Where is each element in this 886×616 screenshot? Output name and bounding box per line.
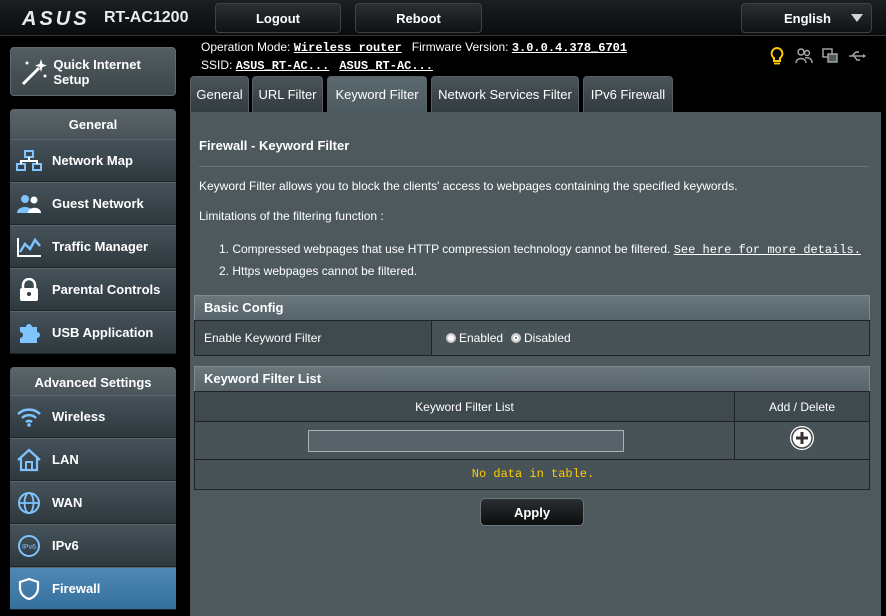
radio-disabled-label: Disabled [524, 331, 571, 345]
magic-wand-icon [15, 53, 51, 91]
top-bar: ASUS RT-AC1200 Logout Reboot English [0, 0, 886, 36]
sidebar: Quick Internet Setup General Network Map… [0, 36, 186, 616]
sidebar-item-label: USB Application [52, 325, 154, 340]
sidebar-item-wan[interactable]: WAN [10, 481, 176, 524]
sidebar-item-label: LAN [52, 452, 79, 467]
sidebar-item-ipv6[interactable]: IPv6 IPv6 [10, 524, 176, 567]
shield-icon [14, 574, 44, 604]
limitation-1-text: 1. Compressed webpages that use HTTP com… [219, 242, 671, 256]
quick-setup-label: Quick Internet Setup [53, 56, 141, 87]
limitations-title: Limitations of the filtering function : [199, 209, 384, 223]
radio-enabled[interactable]: Enabled [446, 331, 503, 345]
tab-general[interactable]: General [190, 76, 249, 112]
enable-keyword-filter-label: Enable Keyword Filter [204, 331, 322, 345]
lock-icon [14, 275, 44, 305]
apply-button[interactable]: Apply [480, 498, 584, 526]
traffic-manager-icon [14, 232, 44, 262]
sidebar-item-label: Guest Network [52, 196, 144, 211]
lightbulb-icon[interactable] [768, 47, 786, 65]
sidebar-item-firewall[interactable]: Firewall [10, 567, 176, 610]
sidebar-item-label: Parental Controls [52, 282, 161, 297]
firmware-label: Firmware Version: [411, 40, 509, 54]
svg-text:IPv6: IPv6 [22, 544, 36, 551]
basic-config-table: Enable Keyword Filter Enabled Disabled [194, 320, 870, 356]
sidebar-item-usb-application[interactable]: USB Application [10, 311, 176, 354]
limitation-item-2: 2. Https webpages cannot be filtered. [219, 264, 418, 278]
tab-network-services-filter[interactable]: Network Services Filter [431, 76, 579, 112]
windows-icon[interactable] [821, 47, 839, 65]
globe-icon [14, 488, 44, 518]
guest-network-icon [14, 189, 44, 219]
col-header-add-delete: Add / Delete [768, 400, 836, 414]
operation-mode-label: Operation Mode: [201, 40, 291, 54]
description-text: Keyword Filter allows you to block the c… [199, 179, 738, 193]
sidebar-item-label: Network Map [52, 153, 133, 168]
sidebar-item-lan[interactable]: LAN [10, 438, 176, 481]
radio-enabled-label: Enabled [459, 331, 504, 345]
sidebar-item-label: WAN [52, 495, 83, 510]
asus-logo: ASUS [22, 8, 90, 30]
more-details-link[interactable]: See here for more details. [674, 243, 861, 257]
radio-disabled-circle[interactable] [511, 333, 521, 343]
keyword-filter-list-header: Keyword Filter List [194, 366, 870, 392]
sidebar-item-traffic-manager[interactable]: Traffic Manager [10, 225, 176, 268]
logout-button[interactable]: Logout [215, 3, 341, 33]
ipv6-icon: IPv6 [14, 531, 44, 561]
usb-icon[interactable] [848, 47, 866, 65]
sidebar-item-label: Wireless [52, 409, 106, 424]
puzzle-icon [14, 318, 44, 348]
ssid-link-1[interactable]: ASUS_RT-AC... [236, 59, 330, 73]
tab-keyword-filter[interactable]: Keyword Filter [327, 76, 427, 112]
tab-ipv6-firewall[interactable]: IPv6 Firewall [583, 76, 673, 112]
operation-mode-link[interactable]: Wireless router [294, 41, 402, 55]
add-keyword-button[interactable] [790, 426, 814, 450]
sidebar-item-label: Traffic Manager [52, 239, 149, 254]
sidebar-item-guest-network[interactable]: Guest Network [10, 182, 176, 225]
radio-enabled-circle[interactable] [446, 333, 456, 343]
house-icon [14, 445, 44, 475]
general-section-header: General [10, 109, 176, 139]
ssid-link-2[interactable]: ASUS_RT-AC... [339, 59, 433, 73]
basic-config-header: Basic Config [194, 295, 870, 321]
tab-url-filter[interactable]: URL Filter [252, 76, 323, 112]
chevron-down-icon [851, 14, 863, 22]
keyword-input[interactable] [308, 430, 624, 452]
router-model: RT-AC1200 [104, 9, 189, 26]
language-label: English [784, 11, 831, 26]
page-title: Firewall - Keyword Filter [199, 138, 350, 153]
advanced-settings-section-header: Advanced Settings [10, 367, 176, 397]
sidebar-item-label: IPv6 [52, 538, 79, 553]
network-map-icon [14, 146, 44, 176]
firmware-version-link[interactable]: 3.0.0.4.378_6701 [512, 41, 627, 55]
plus-circle-icon [791, 427, 813, 449]
empty-table-message: No data in table. [471, 467, 595, 481]
sidebar-item-parental-controls[interactable]: Parental Controls [10, 268, 176, 311]
clients-icon[interactable] [795, 47, 813, 65]
sidebar-item-network-map[interactable]: Network Map [10, 139, 176, 182]
reboot-button[interactable]: Reboot [355, 3, 482, 33]
main-panel: Firewall - Keyword Filter Keyword Filter… [190, 112, 881, 616]
sidebar-item-wireless[interactable]: Wireless [10, 395, 176, 438]
language-dropdown[interactable]: English [741, 3, 872, 33]
radio-disabled[interactable]: Disabled [511, 331, 571, 345]
quick-internet-setup-button[interactable]: Quick Internet Setup [10, 47, 176, 96]
col-header-keyword-list: Keyword Filter List [415, 400, 514, 414]
wifi-icon [14, 402, 44, 432]
sidebar-item-label: Firewall [52, 581, 101, 596]
limitation-item-1: 1. Compressed webpages that use HTTP com… [219, 242, 861, 257]
title-divider [199, 166, 869, 167]
ssid-label: SSID: [201, 58, 233, 72]
